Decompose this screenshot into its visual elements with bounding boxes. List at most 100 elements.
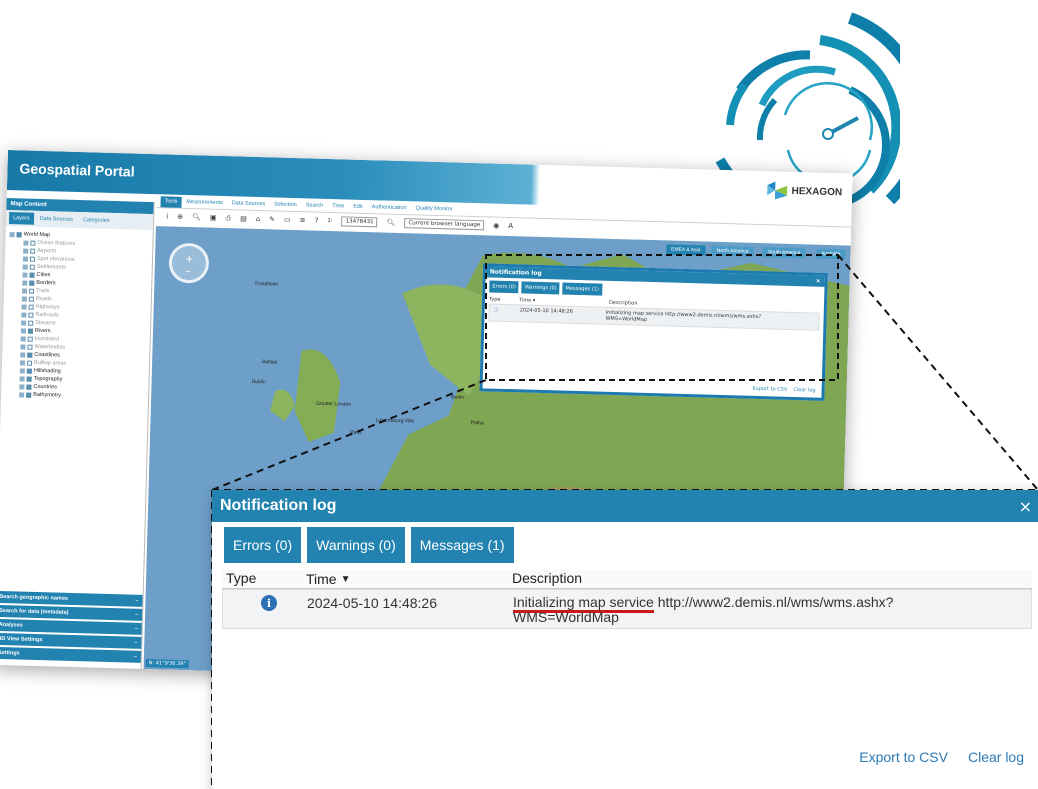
hexagon-brand-text: HEXAGON [791,185,843,198]
language-select[interactable]: Current browser language [404,218,485,231]
layer-checkbox[interactable] [29,256,36,262]
layer-type-icon [20,351,26,358]
menu-tab[interactable]: Quality Monitor [411,203,456,215]
layer-checkbox[interactable] [26,384,32,390]
menu-tab[interactable]: Edit [349,202,367,213]
region-australia[interactable]: Australia [815,248,846,260]
column-time[interactable]: Time ▼ [302,570,508,588]
folder-tool-icon[interactable]: ▭ [284,216,291,224]
accordion-header[interactable]: Search geographic names – [0,590,143,607]
accordion-header[interactable]: Search for data (metadata) – [0,604,143,621]
layer-type-icon [20,359,26,366]
table-row[interactable]: i 2024-05-10 14:48:26 Initializing map s… [222,589,1032,629]
clear-log-link[interactable]: Clear log [968,749,1024,765]
small-log-tab-errors[interactable]: Errors (0) [489,280,520,294]
map-content-sidebar: Map Content Layers Data Sources Categori… [0,197,155,669]
tab-layers[interactable]: Layers [8,212,34,225]
layer-label: Bathymetry [33,391,62,399]
zoom-in-icon[interactable]: + [185,254,194,265]
layer-checkbox[interactable] [30,248,36,254]
city-label: Dublin [251,378,266,386]
eye-icon[interactable]: ◉ [493,222,499,230]
layer-type-icon [22,271,28,278]
tab-messages[interactable]: Messages (1) [410,527,514,563]
layer-checkbox[interactable] [16,231,22,237]
region-south-america[interactable]: South America [762,247,806,259]
small-log-tab-warnings[interactable]: Warnings (0) [521,281,560,295]
zoom-tool-icon[interactable]: 🔍︎ [192,213,201,221]
column-type[interactable]: Type [222,570,302,588]
small-log-tab-messages[interactable]: Messages (1) [562,282,603,296]
print-tool-icon[interactable]: ⎙ [225,214,231,223]
coordinates-readout: N: 41°9'36.39" [145,659,189,669]
tab-errors[interactable]: Errors (0) [224,527,302,563]
city-label: Paris [350,429,362,436]
layer-type-icon [19,375,25,382]
row-type-cell: i [223,590,303,628]
close-icon[interactable]: × [1019,497,1032,516]
menu-tab[interactable]: Data Sources [228,198,270,210]
save-tool-icon[interactable]: ▣ [210,214,217,222]
notification-log-header: Notification log × [212,490,1038,522]
menu-tab[interactable]: Selection [270,199,301,211]
layer-type-icon [21,303,27,310]
tab-categories[interactable]: Categories [79,214,114,227]
layer-type-icon [22,279,28,286]
menu-tab[interactable]: Tools [160,196,182,208]
layer-checkbox[interactable] [29,280,35,286]
portal-title: Geospatial Portal [19,160,135,180]
small-log-export-link[interactable]: Export to CSV [753,386,788,393]
notification-log-table: Type Time ▼ Description i 2024-05-10 14:… [222,570,1032,629]
accordion-label: Settings [0,649,20,657]
small-notification-log: Notification log × Errors (0) Warnings (… [479,263,828,401]
small-log-col-description[interactable]: Description [609,300,638,307]
layer-checkbox[interactable] [29,288,35,294]
screenshot-stage: Geospatial Portal HEXAGON Map Content La… [0,0,1038,789]
layer-checkbox[interactable] [27,336,33,342]
tab-warnings[interactable]: Warnings (0) [307,527,405,563]
help-tool-icon[interactable]: ? [314,217,318,225]
list-tool-icon[interactable]: ≡ [300,216,306,224]
menu-tab[interactable]: Search [302,200,328,212]
layer-checkbox[interactable] [26,392,32,398]
layer-type-icon [21,295,27,302]
layer-checkbox[interactable] [28,312,34,318]
small-log-clear-link[interactable]: Clear log [793,387,815,394]
layer-checkbox[interactable] [26,368,32,374]
accordion-header[interactable]: Analyses – [0,618,142,635]
region-north-america[interactable]: North America [711,245,754,257]
city-label: Belfast [262,359,278,366]
column-time-label: Time [306,571,337,587]
font-size-icon[interactable]: A [508,222,513,230]
column-description[interactable]: Description [508,570,1032,588]
layer-checkbox[interactable] [28,296,34,302]
tab-data-sources[interactable]: Data Sources [35,213,77,226]
menu-tab[interactable]: Measurements [182,197,227,209]
legend-tool-icon[interactable]: ▤ [240,215,247,223]
pan-tool-icon[interactable]: ⊕ [177,213,183,221]
layer-checkbox[interactable] [29,264,35,270]
layer-checkbox[interactable] [26,376,32,382]
accordion-header[interactable]: 3D View Settings – [0,632,142,649]
export-csv-link[interactable]: Export to CSV [859,749,948,765]
layer-checkbox[interactable] [27,352,33,358]
layer-checkbox[interactable] [28,304,34,310]
zoom-out-icon[interactable]: – [186,266,191,277]
small-log-close-icon[interactable]: × [816,278,821,285]
link-tool-icon[interactable]: ✎ [269,215,275,223]
layer-checkbox[interactable] [27,328,34,334]
zoom-scale-icon[interactable]: 🔍︎ [386,219,395,227]
layer-checkbox[interactable] [29,272,35,278]
scale-input[interactable]: 13476431 [341,216,378,228]
layer-checkbox[interactable] [30,240,36,246]
menu-tab[interactable]: Authentication [368,202,411,214]
layer-checkbox[interactable] [27,344,33,350]
menu-tab[interactable]: Time [328,201,348,213]
small-log-col-type[interactable]: Type [489,296,519,303]
layer-checkbox[interactable] [28,320,34,326]
info-tool-icon[interactable]: i [166,212,168,220]
layer-checkbox[interactable] [27,360,33,366]
region-emea-asia[interactable]: EMEA & Asia [665,244,706,256]
home-tool-icon[interactable]: ⌂ [256,215,261,223]
accordion-header[interactable]: Settings – [0,646,142,663]
